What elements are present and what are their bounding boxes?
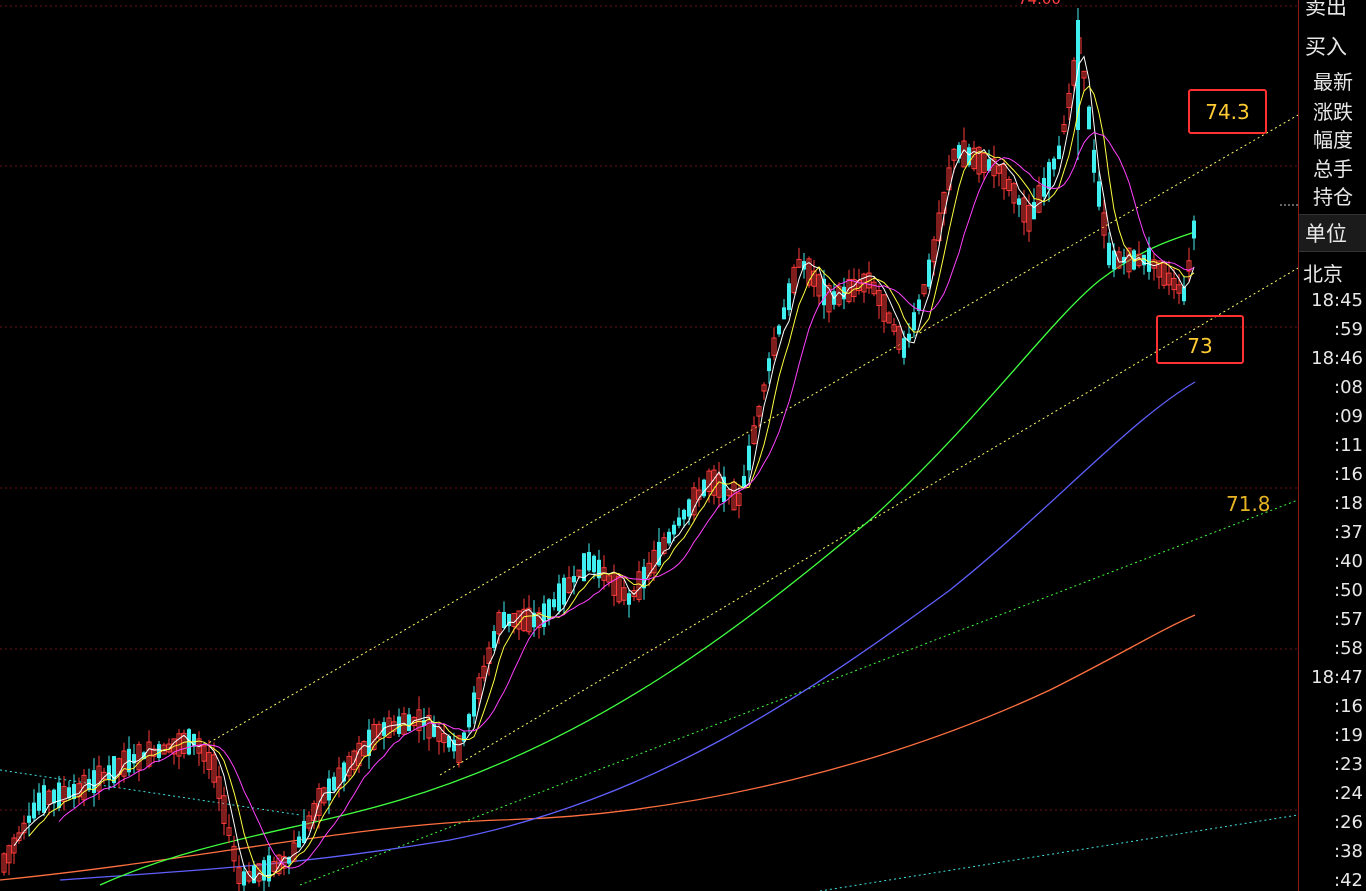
tick-time: :42 (1334, 870, 1363, 891)
candle-body-down (407, 714, 411, 732)
candle-body-down (1042, 177, 1046, 197)
candle-body-down (242, 871, 246, 886)
mid-level-label: 71.8 (1226, 492, 1271, 516)
tick-time: :23 (1334, 754, 1363, 775)
tick-time: :24 (1334, 783, 1363, 804)
ma-green-line (99, 231, 1196, 886)
candle-body-down (627, 593, 631, 605)
candle-body-down (492, 631, 496, 648)
candle-body-down (687, 499, 691, 517)
candle-body-down (57, 782, 61, 808)
candle-body-down (1147, 248, 1151, 272)
change-label: 涨跌 (1313, 100, 1353, 124)
green-trend-line (299, 499, 1298, 886)
tick-time: :18 (1334, 493, 1363, 514)
candle-body-down (782, 307, 786, 320)
candle-body-down (302, 820, 306, 844)
candle-body-down (587, 551, 591, 571)
candle-body-down (342, 762, 346, 782)
candle-body-down (682, 509, 686, 520)
total-volume-label: 总手 (1313, 157, 1353, 181)
latest-price-label: 最新 (1313, 70, 1353, 94)
candle-body-down (547, 599, 551, 620)
sell-button[interactable]: 卖出 (1301, 0, 1365, 22)
candlestick-chart[interactable]: 74.00 74.3 73 71.8 (0, 0, 1298, 891)
candle-body-down (502, 612, 506, 628)
tick-time: :57 (1334, 609, 1363, 630)
tick-time: 18:45 (1311, 290, 1363, 311)
candle-body-down (777, 325, 781, 335)
tick-time: :40 (1334, 551, 1363, 572)
candle-body-down (1087, 106, 1091, 130)
tick-time: :16 (1334, 464, 1363, 485)
cyan-trend-line-right (819, 814, 1298, 891)
tick-time: :16 (1334, 696, 1363, 717)
candle-body-down (27, 815, 31, 823)
candle-body-down (902, 338, 906, 358)
candle-body-down (42, 785, 46, 813)
candle-body-down (37, 792, 41, 811)
region-label: 北京 (1303, 262, 1343, 286)
tick-time: :58 (1334, 638, 1363, 659)
candle-body-down (572, 576, 576, 583)
ma-white-line (13, 55, 1195, 881)
candle-body-down (72, 783, 76, 800)
candle-body-down (472, 692, 476, 717)
resistance-level-text: 74.3 (1205, 100, 1250, 124)
resistance-annotation: 74.3 (1188, 89, 1267, 134)
candle-body-down (677, 517, 681, 526)
candle-body-down (1107, 242, 1111, 266)
candle-body-down (1052, 158, 1056, 170)
candle-body-down (332, 776, 336, 791)
chart-canvas[interactable] (0, 0, 1298, 891)
candle-body-down (1192, 220, 1196, 239)
support-annotation: 73 (1156, 315, 1244, 364)
tick-time: :08 (1334, 377, 1363, 398)
change-percent-label: 幅度 (1313, 128, 1353, 152)
candle-body-down (927, 259, 931, 287)
candle-body-down (1182, 286, 1186, 302)
candle-body-down (667, 531, 671, 544)
candle-body-down (592, 555, 596, 573)
tick-time: :26 (1334, 812, 1363, 833)
candle-body-down (562, 577, 566, 605)
tick-time: :38 (1334, 841, 1363, 862)
candle-body-down (1097, 181, 1101, 207)
candle-body-down (157, 744, 161, 758)
candle-body-down (912, 312, 916, 331)
support-level-text: 73 (1187, 334, 1213, 358)
tick-time: 18:46 (1311, 348, 1363, 369)
tick-time: :59 (1334, 319, 1363, 340)
candle-body-down (297, 836, 301, 848)
candle-body-down (32, 802, 36, 819)
tick-time: :50 (1334, 580, 1363, 601)
candle-body-down (467, 714, 471, 728)
side-panel: 卖出 买入 最新 涨跌 幅度 总手 持仓 单位 北京 18:45 :59 18:46… (1298, 0, 1366, 891)
tick-time: :19 (1334, 725, 1363, 746)
candle-body-down (1032, 202, 1036, 220)
candle-body-down (327, 778, 331, 801)
tick-time: :37 (1334, 522, 1363, 543)
tick-time: 18:47 (1311, 667, 1363, 688)
candle-body-down (1092, 149, 1096, 173)
high-price-label: 74.00 (1018, 0, 1061, 8)
candle-body-down (1057, 145, 1061, 160)
candle-body-down (1017, 198, 1021, 205)
candle-body-down (787, 283, 791, 311)
candle-body-down (1047, 162, 1051, 190)
candle-body-down (742, 475, 746, 487)
open-interest-label: 持仓 (1313, 185, 1353, 209)
candle-body-down (52, 789, 56, 804)
candle-body-down (557, 583, 561, 611)
candle-body-down (262, 860, 266, 881)
ma-magenta-line (58, 131, 1195, 869)
candle-body-down (552, 599, 556, 608)
tick-time: :11 (1334, 435, 1363, 456)
candle-body-down (747, 445, 751, 471)
unit-button[interactable]: 单位 (1299, 214, 1366, 252)
candle-body-down (767, 358, 771, 372)
buy-button[interactable]: 买入 (1301, 32, 1365, 62)
candle-body-down (672, 524, 676, 535)
tick-time: :09 (1334, 406, 1363, 427)
